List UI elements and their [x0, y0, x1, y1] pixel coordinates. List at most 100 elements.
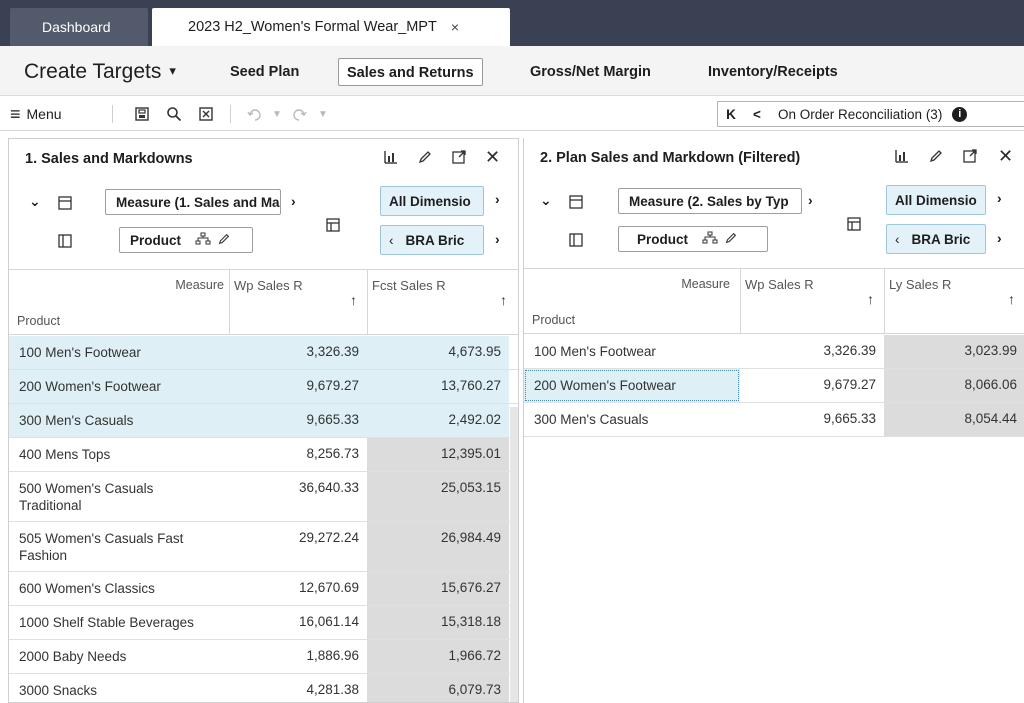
chart-icon[interactable]	[894, 148, 910, 169]
row-label[interactable]: 3000 Snacks	[9, 674, 229, 702]
table-row[interactable]: 200 Women's Footwear 9,679.27 13,760.27	[9, 370, 518, 404]
collapse-chevron-icon[interactable]: ⌄	[540, 192, 552, 209]
all-dimensions-button[interactable]: All Dimensio	[380, 186, 484, 216]
close-pane-icon[interactable]: ✕	[485, 147, 500, 168]
product-selector[interactable]: Product	[119, 227, 253, 253]
undo-dropdown-icon[interactable]: ▼	[272, 97, 282, 131]
row-label[interactable]: 600 Women's Classics	[9, 572, 229, 605]
bra-prev-icon[interactable]: ‹	[895, 232, 900, 247]
edit-icon[interactable]	[724, 231, 738, 248]
previous-icon[interactable]: <	[744, 107, 770, 122]
hierarchy-icon[interactable]	[702, 231, 718, 248]
tab-seed-plan[interactable]: Seed Plan	[222, 58, 307, 86]
all-dimensions-button[interactable]: All Dimensio	[886, 185, 986, 215]
tab-gross-net-margin[interactable]: Gross/Net Margin	[522, 58, 659, 86]
cell-wp-sales[interactable]: 9,665.33	[740, 403, 884, 436]
bra-next-icon[interactable]: ›	[997, 230, 1002, 246]
sort-arrow-icon[interactable]: ↑	[1008, 291, 1015, 307]
product-selector[interactable]: Product	[618, 226, 768, 252]
row-label[interactable]: 100 Men's Footwear	[9, 336, 229, 369]
table-row[interactable]: 300 Men's Casuals 9,665.33 8,054.44	[524, 403, 1024, 437]
cell-wp-sales[interactable]: 3,326.39	[740, 335, 884, 368]
measure-next-icon[interactable]: ›	[808, 192, 813, 208]
cell-ly-sales[interactable]: 3,023.99	[884, 335, 1024, 368]
pivot-icon[interactable]	[846, 216, 862, 235]
tab-dashboard[interactable]: Dashboard	[10, 8, 148, 46]
page-title[interactable]: Create Targets ▾	[24, 60, 176, 84]
cell-fcst-sales[interactable]: 13,760.27	[367, 370, 509, 403]
column-header-ly-sales[interactable]: Ly Sales R ↑	[884, 269, 1024, 334]
close-icon[interactable]: ×	[451, 19, 459, 35]
column-header-fcst-sales[interactable]: Fcst Sales R ↑	[367, 270, 517, 335]
table-row[interactable]: 400 Mens Tops 8,256.73 12,395.01	[9, 438, 518, 472]
tab-inventory-receipts[interactable]: Inventory/Receipts	[700, 58, 846, 86]
edit-icon[interactable]	[417, 149, 433, 170]
column-header-wp-sales[interactable]: Wp Sales R ↑	[229, 270, 367, 335]
row-label[interactable]: 1000 Shelf Stable Beverages	[9, 606, 229, 639]
row-label[interactable]: 300 Men's Casuals	[524, 403, 740, 436]
bra-selector[interactable]: ‹ BRA Bric	[380, 225, 484, 255]
pivot-icon[interactable]	[325, 217, 341, 236]
table-row[interactable]: 2000 Baby Needs 1,886.96 1,966.72	[9, 640, 518, 674]
reconciliation-link[interactable]: On Order Reconciliation (3)	[770, 107, 942, 122]
maximize-icon[interactable]	[962, 148, 978, 169]
row-label[interactable]: 300 Men's Casuals	[9, 404, 229, 437]
sort-arrow-icon[interactable]: ↑	[867, 291, 874, 307]
cell-wp-sales[interactable]: 4,281.38	[229, 674, 367, 702]
hierarchy-icon[interactable]	[195, 232, 211, 249]
sort-arrow-icon[interactable]: ↑	[500, 292, 507, 308]
cell-fcst-sales[interactable]: 4,673.95	[367, 336, 509, 369]
cell-fcst-sales[interactable]: 2,492.02	[367, 404, 509, 437]
close-pane-icon[interactable]: ✕	[998, 146, 1013, 167]
table-row[interactable]: 3000 Snacks 4,281.38 6,079.73	[9, 674, 518, 702]
menu-button[interactable]: ≡ Menu	[10, 97, 62, 131]
cell-fcst-sales[interactable]: 15,318.18	[367, 606, 509, 639]
sort-arrow-icon[interactable]: ↑	[350, 292, 357, 308]
table-row[interactable]: 500 Women's Casuals Traditional 36,640.33…	[9, 472, 518, 522]
undo-icon[interactable]	[246, 97, 262, 131]
bra-selector[interactable]: ‹ BRA Bric	[886, 224, 986, 254]
cell-wp-sales[interactable]: 16,061.14	[229, 606, 367, 639]
collapse-chevron-icon[interactable]: ⌄	[29, 193, 41, 210]
table-row[interactable]: 100 Men's Footwear 3,326.39 3,023.99	[524, 335, 1024, 369]
first-page-icon[interactable]: K	[718, 107, 744, 122]
info-icon[interactable]: i	[952, 106, 968, 122]
bra-prev-icon[interactable]: ‹	[389, 233, 394, 248]
cell-fcst-sales[interactable]: 15,676.27	[367, 572, 509, 605]
redo-icon[interactable]	[292, 97, 308, 131]
cell-wp-sales[interactable]: 29,272.24	[229, 522, 367, 571]
cell-wp-sales[interactable]: 9,679.27	[740, 369, 884, 402]
cell-wp-sales[interactable]: 9,665.33	[229, 404, 367, 437]
table-row[interactable]: 505 Women's Casuals Fast Fashion 29,272.2…	[9, 522, 518, 572]
cell-wp-sales[interactable]: 9,679.27	[229, 370, 367, 403]
cell-ly-sales[interactable]: 8,054.44	[884, 403, 1024, 436]
save-icon[interactable]	[134, 97, 150, 131]
column-header-wp-sales[interactable]: Wp Sales R ↑	[740, 269, 884, 334]
cell-fcst-sales[interactable]: 26,984.49	[367, 522, 509, 571]
row-label[interactable]: 505 Women's Casuals Fast Fashion	[9, 522, 229, 571]
row-label[interactable]: 500 Women's Casuals Traditional	[9, 472, 229, 521]
rows-layout-icon[interactable]	[57, 195, 73, 214]
measure-selector[interactable]: Measure (1. Sales and Ma	[105, 189, 281, 215]
table-row[interactable]: 600 Women's Classics 12,670.69 15,676.27	[9, 572, 518, 606]
cell-wp-sales[interactable]: 3,326.39	[229, 336, 367, 369]
chevron-down-icon[interactable]: ▾	[169, 63, 176, 78]
edit-icon[interactable]	[928, 148, 944, 169]
cell-fcst-sales[interactable]: 25,053.15	[367, 472, 509, 521]
row-label[interactable]: 2000 Baby Needs	[9, 640, 229, 673]
table-row[interactable]: 300 Men's Casuals 9,665.33 2,492.02	[9, 404, 518, 438]
tab-sales-and-returns[interactable]: Sales and Returns	[338, 58, 483, 86]
measure-selector[interactable]: Measure (2. Sales by Typ	[618, 188, 802, 214]
vertical-scrollbar[interactable]	[510, 407, 518, 702]
cell-fcst-sales[interactable]: 1,966.72	[367, 640, 509, 673]
maximize-icon[interactable]	[451, 149, 467, 170]
measure-next-icon[interactable]: ›	[291, 193, 296, 209]
table-row[interactable]: 1000 Shelf Stable Beverages 16,061.14 15,3…	[9, 606, 518, 640]
dimensions-next-icon[interactable]: ›	[997, 190, 1002, 206]
export-icon[interactable]	[198, 97, 214, 131]
tab-active-plan[interactable]: 2023 H2_Women's Formal Wear_MPT ×	[152, 8, 510, 46]
search-icon[interactable]	[166, 97, 182, 131]
cell-wp-sales[interactable]: 1,886.96	[229, 640, 367, 673]
cell-fcst-sales[interactable]: 6,079.73	[367, 674, 509, 702]
columns-layout-icon[interactable]	[568, 232, 584, 251]
